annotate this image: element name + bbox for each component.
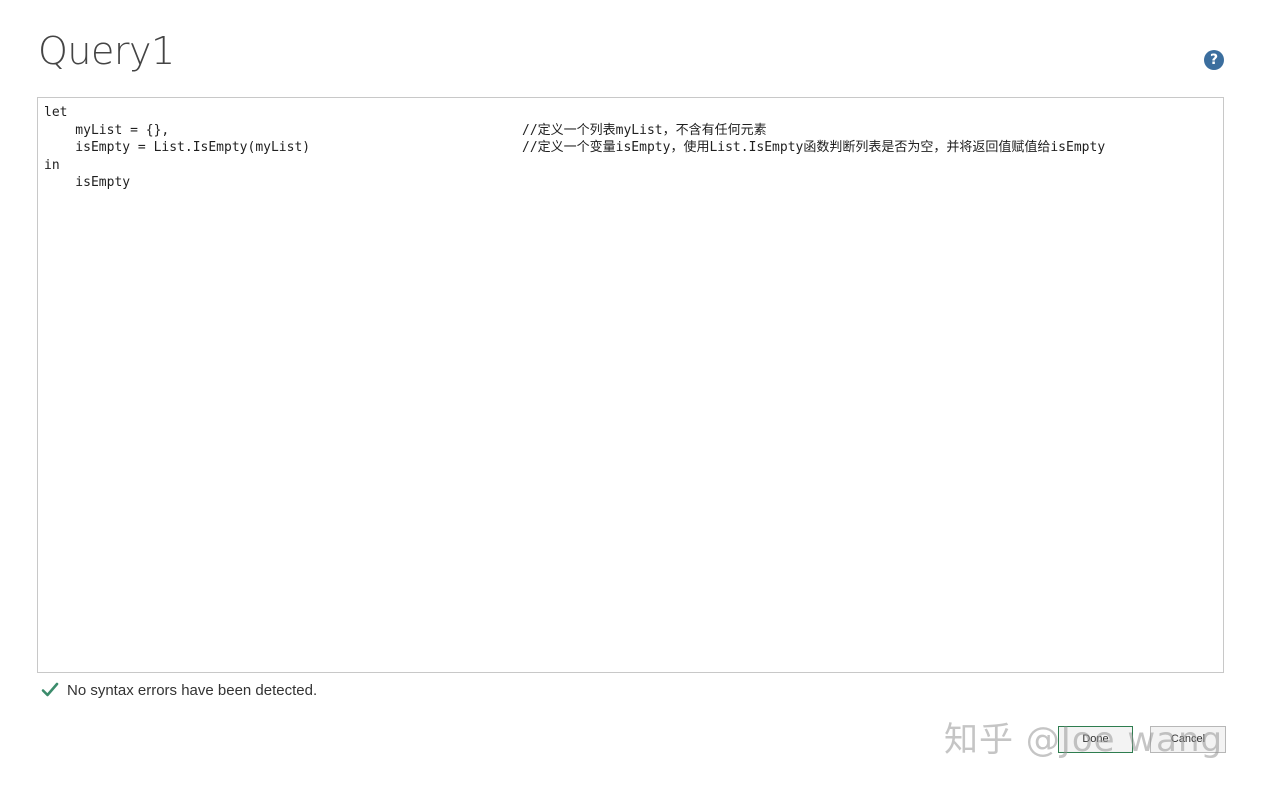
code-comment: //定义一个变量isEmpty，使用List.IsEmpty函数判断列表是否为空… [522, 140, 1106, 156]
code-editor[interactable]: let myList = {}, //定义一个列表myList，不含有任何元素 … [37, 97, 1224, 673]
status-text: No syntax errors have been detected. [67, 681, 318, 699]
dialog-title: Query1 [38, 29, 175, 73]
code-line: in [44, 157, 1223, 175]
help-symbol: ? [1209, 52, 1219, 68]
help-icon[interactable]: ? [1204, 50, 1224, 70]
syntax-status: No syntax errors have been detected. [40, 680, 317, 700]
advanced-editor-dialog: Query1 ? let myList = {}, //定义一个列表myList… [0, 0, 1262, 791]
code-line: let [44, 104, 1223, 122]
done-button[interactable]: Done [1058, 726, 1133, 753]
cancel-button[interactable]: Cancel [1150, 726, 1226, 753]
code-text: isEmpty [44, 175, 131, 191]
checkmark-icon [41, 682, 59, 697]
code-comment: //定义一个列表myList，不含有任何元素 [522, 122, 767, 138]
code-text: let [44, 105, 68, 120]
code-line: myList = {}, //定义一个列表myList，不含有任何元素 [44, 122, 1223, 140]
code-text: myList = {}, [44, 122, 170, 138]
code-text: in [44, 157, 60, 173]
code-line: isEmpty [44, 174, 1223, 192]
code-text: isEmpty = List.IsEmpty(myList) [44, 140, 311, 156]
code-line: isEmpty = List.IsEmpty(myList) //定义一个变量i… [44, 139, 1223, 157]
